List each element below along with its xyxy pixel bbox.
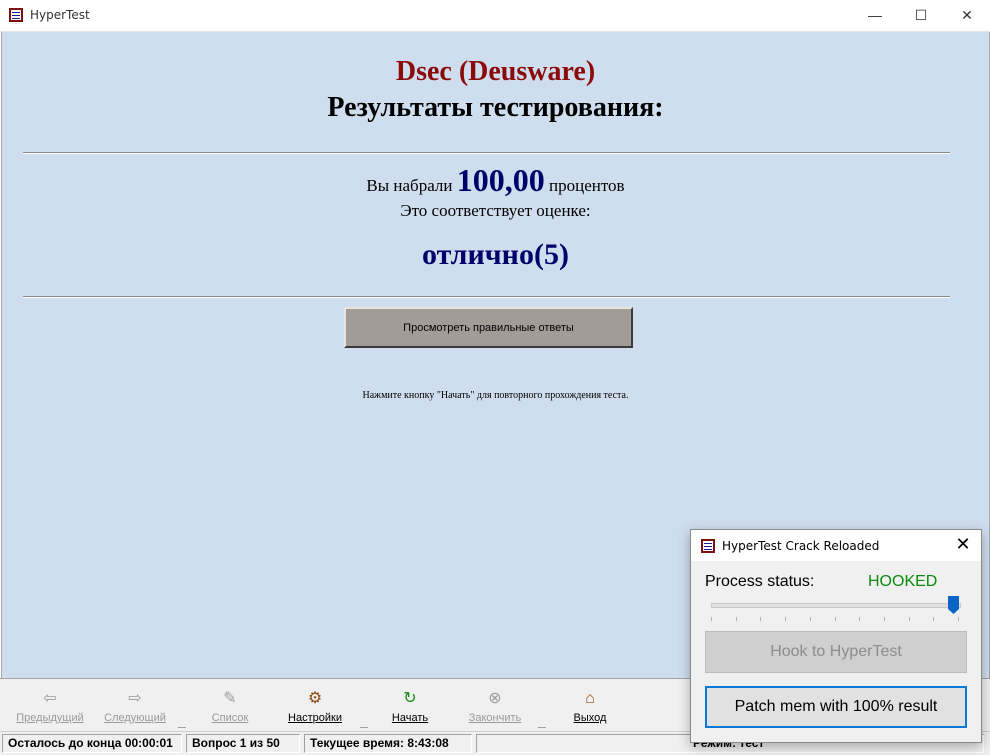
minimize-button[interactable]: — xyxy=(852,0,898,30)
score-value: 100,00 xyxy=(456,162,545,198)
toolbar-next-label: Следующий xyxy=(104,712,166,724)
settings-icon: ⚙ xyxy=(307,690,323,707)
score-suffix: процентов xyxy=(549,176,625,195)
results-heading: Результаты тестирования: xyxy=(327,92,664,123)
score-prefix: Вы набрали xyxy=(366,176,453,195)
divider-top xyxy=(23,152,950,154)
toolbar-start-label: Начать xyxy=(391,712,429,724)
toolbar-list-button[interactable]: ✎ Список xyxy=(190,689,270,724)
crack-dialog: HyperTest Crack Reloaded ✕ Process statu… xyxy=(690,529,982,743)
slider-ticks xyxy=(711,617,959,621)
toolbar-previous-button[interactable]: ⇦ Предыдущий xyxy=(10,689,90,724)
toolbar-settings-label: Настройки xyxy=(288,712,342,724)
toolbar-previous-label: Предыдущий xyxy=(16,712,84,724)
slider-tick xyxy=(835,617,836,621)
toolbar-separator xyxy=(178,727,186,728)
brand-title: Dsec (Deusware) xyxy=(395,56,596,87)
slider-tick xyxy=(785,617,786,621)
toolbar-list-label: Список xyxy=(211,712,249,724)
grade-value: отлично(5) xyxy=(422,238,569,271)
crack-app-icon xyxy=(701,539,715,553)
view-correct-answers-button[interactable]: Просмотреть правильные ответы xyxy=(344,307,633,348)
toolbar-finish-label: Закончить xyxy=(468,712,522,724)
divider-bottom xyxy=(23,296,950,298)
toolbar-separator xyxy=(360,727,368,728)
start-icon: ↻ xyxy=(403,690,417,707)
status-time-left: Осталось до конца 00:00:01 xyxy=(2,734,182,753)
close-button[interactable]: ✕ xyxy=(944,0,990,30)
toolbar-settings-button[interactable]: ⚙ Настройки xyxy=(275,689,355,724)
slider-thumb[interactable] xyxy=(948,596,959,614)
slider-tick xyxy=(736,617,737,621)
slider-tick xyxy=(810,617,811,621)
toolbar-start-button[interactable]: ↻ Начать xyxy=(370,689,450,724)
exit-home-icon: ⌂ xyxy=(585,690,595,707)
slider-tick xyxy=(760,617,761,621)
crack-dialog-title: HyperTest Crack Reloaded xyxy=(722,539,880,553)
toolbar-finish-button[interactable]: ⊗ Закончить xyxy=(455,689,535,724)
arrow-right-icon: ⇨ xyxy=(128,690,142,707)
grade-note: Это соответствует оценке: xyxy=(400,201,591,220)
status-question: Вопрос 1 из 50 xyxy=(186,734,300,753)
stop-icon: ⊗ xyxy=(488,690,502,707)
list-icon: ✎ xyxy=(223,690,237,707)
process-status-label: Process status: xyxy=(705,573,815,590)
toolbar-exit-button[interactable]: ⌂ Выход xyxy=(550,689,630,724)
slider-tick xyxy=(884,617,885,621)
maximize-button[interactable]: ☐ xyxy=(898,0,944,30)
crack-dialog-titlebar: HyperTest Crack Reloaded ✕ xyxy=(691,530,981,561)
arrow-left-icon: ⇦ xyxy=(43,690,57,707)
hook-to-hypertest-button[interactable]: Hook to HyperTest xyxy=(705,631,967,673)
slider-tick xyxy=(909,617,910,621)
toolbar-separator xyxy=(538,727,546,728)
slider-track[interactable] xyxy=(711,603,961,608)
window-title: HyperTest xyxy=(30,8,90,22)
slider-tick xyxy=(958,617,959,621)
restart-hint: Нажмите кнопку "Начать" для повторного п… xyxy=(362,390,629,401)
main-titlebar: HyperTest — ☐ ✕ xyxy=(0,0,990,32)
hypertest-app-icon xyxy=(9,8,23,22)
slider-tick xyxy=(711,617,712,621)
slider-tick xyxy=(933,617,934,621)
toolbar-next-button[interactable]: ⇨ Следующий xyxy=(95,689,175,724)
close-icon[interactable]: ✕ xyxy=(953,534,973,555)
score-line: Вы набрали 100,00 процентов xyxy=(2,162,989,199)
toolbar-exit-label: Выход xyxy=(573,712,607,724)
patch-mem-button[interactable]: Patch mem with 100% result xyxy=(705,686,967,728)
process-status-value: HOOKED xyxy=(868,573,938,590)
slider-tick xyxy=(859,617,860,621)
status-current-time: Текущее время: 8:43:08 xyxy=(304,734,472,753)
